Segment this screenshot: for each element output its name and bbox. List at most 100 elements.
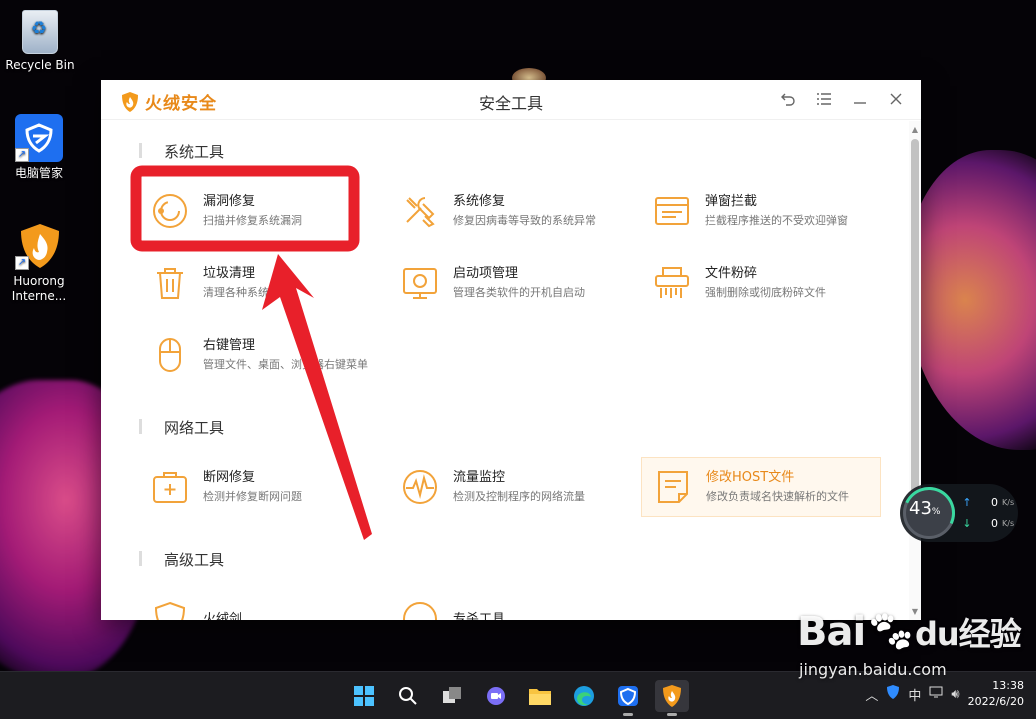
upload-arrow-icon: ↑ (962, 496, 972, 509)
tool-file-shredder[interactable]: 文件粉碎 强制删除或彻底粉碎文件 (641, 253, 881, 313)
security-tools-window: 火绒安全 安全工具 系统工具 漏洞修复 扫描并修复系统漏洞 系统修复 修复因病毒… (101, 80, 921, 620)
edge-icon[interactable] (567, 680, 601, 712)
tool-description: 检测及控制程序的网络流量 (453, 490, 585, 503)
chat-icon[interactable] (479, 680, 513, 712)
clock-date: 2022/6/20 (967, 695, 1024, 708)
pc-manager-icon: ↗ (15, 114, 63, 162)
shortcut-arrow-icon: ↗ (15, 148, 29, 162)
scrollbar-thumb[interactable] (911, 139, 919, 531)
taskbar-apps (347, 680, 689, 716)
mouse-icon (159, 338, 181, 372)
volume-icon[interactable]: 🔊︎ (951, 687, 959, 702)
tool-description: 管理各类软件的开机自启动 (453, 286, 585, 299)
tool-huorong-sword[interactable]: 火绒剑 (139, 589, 379, 620)
tool-special-kill[interactable]: 专杀工具 (389, 589, 629, 620)
start-icon[interactable] (347, 680, 381, 712)
tool-name: 垃圾清理 (203, 266, 256, 281)
tool-name: 文件粉碎 (705, 266, 758, 281)
desktop-icon-pc-manager[interactable]: ↗ 电脑管家 (1, 114, 77, 181)
tool-name: 右键管理 (203, 338, 256, 353)
tool-description: 扫描并修复系统漏洞 (203, 214, 302, 227)
tool-description: 强制删除或彻底粉碎文件 (705, 286, 826, 299)
tool-name: 弹窗拦截 (705, 194, 758, 209)
tool-name: 火绒剑 (203, 611, 243, 621)
tray-security-icon[interactable] (886, 684, 900, 704)
tool-name: 系统修复 (453, 194, 506, 209)
download-speed: ↓ 0 K/s (962, 517, 1015, 530)
section-title-advanced-tools: 高级工具 (139, 549, 224, 570)
tool-description: 清理各种系统垃圾 (203, 286, 291, 299)
tool-context-menu-manager[interactable]: 右键管理 管理文件、桌面、浏览器右键菜单 (139, 325, 379, 385)
tool-name: 漏洞修复 (203, 194, 256, 209)
system-repair-icon (406, 197, 435, 228)
tool-vulnerability-fix[interactable]: 漏洞修复 扫描并修复系统漏洞 (139, 181, 379, 241)
tray-overflow-icon[interactable]: ︿ (865, 685, 878, 704)
upload-speed: ↑ 0 K/s (962, 496, 1015, 509)
special-kill-icon (403, 602, 437, 620)
tool-description: 拦截程序推送的不受欢迎弹窗 (705, 214, 848, 227)
tencent-manager-icon[interactable] (611, 680, 645, 716)
back-icon[interactable] (777, 88, 799, 110)
shredder-icon (655, 267, 689, 298)
tool-network-fix[interactable]: 断网修复 检测并修复断网问题 (139, 457, 379, 517)
startup-icon (403, 268, 437, 299)
watermark-url: jingyan.baidu.com (799, 660, 947, 679)
tool-description: 修复因病毒等导致的系统异常 (453, 214, 596, 227)
tool-traffic-monitor[interactable]: 流量监控 检测及控制程序的网络流量 (389, 457, 629, 517)
search-icon[interactable] (391, 680, 425, 712)
paw-icon: 🐾︎ (865, 609, 916, 655)
section-title-network-tools: 网络工具 (139, 417, 224, 438)
wallpaper-swirl-right (905, 150, 1036, 450)
tool-startup-manager[interactable]: 启动项管理 管理各类软件的开机自启动 (389, 253, 629, 313)
host-file-icon (658, 471, 688, 503)
desktop-icon-label: 电脑管家 (14, 166, 63, 180)
watermark-brand: Bai🐾︎du经验 (797, 609, 1022, 655)
vulnerability-fix-icon (153, 194, 187, 228)
tool-name: 修改HOST文件 (706, 470, 795, 485)
tool-description: 修改负责域名快速解析的文件 (706, 490, 849, 503)
desktop-icon-huorong[interactable]: ↗ Huorong Interne... (1, 222, 77, 304)
menu-icon[interactable] (813, 88, 835, 110)
tool-system-repair[interactable]: 系统修复 修复因病毒等导致的系统异常 (389, 181, 629, 241)
tools-content: 系统工具 漏洞修复 扫描并修复系统漏洞 系统修复 修复因病毒等导致的系统异常 弹… (101, 121, 909, 620)
desktop-icon-recycle-bin[interactable]: Recycle Bin (2, 10, 78, 73)
minimize-icon[interactable] (849, 88, 871, 110)
tool-description: 管理文件、桌面、浏览器右键菜单 (203, 358, 368, 371)
tool-trash-clean[interactable]: 垃圾清理 清理各种系统垃圾 (139, 253, 379, 313)
huorong-icon[interactable] (655, 680, 689, 716)
scroll-up-icon[interactable]: ▲ (910, 125, 920, 134)
trash-icon (157, 268, 183, 299)
section-title-system-tools: 系统工具 (139, 141, 224, 162)
ime-indicator[interactable]: 中 (908, 685, 921, 704)
tool-popup-block[interactable]: 弹窗拦截 拦截程序推送的不受欢迎弹窗 (641, 181, 881, 241)
desktop-icon-label: Recycle Bin (5, 58, 75, 72)
system-tray: ︿ 中 🔊︎ 13:38 2022/6/20 (865, 678, 1024, 710)
traffic-monitor-icon (403, 470, 437, 504)
shortcut-arrow-icon: ↗ (15, 256, 29, 270)
huorong-sword-icon (154, 601, 186, 620)
tool-description: 检测并修复断网问题 (203, 490, 302, 503)
tool-name: 专杀工具 (453, 611, 506, 621)
recycle-bin-icon (22, 10, 58, 54)
huorong-app-icon: ↗ (15, 222, 63, 270)
desktop-icon-label: Huorong Interne... (11, 274, 67, 303)
network-fix-icon (153, 472, 187, 503)
download-arrow-icon: ↓ (962, 517, 972, 530)
task-view-icon[interactable] (435, 680, 469, 712)
titlebar[interactable]: 火绒安全 安全工具 (101, 80, 921, 120)
tool-name: 启动项管理 (453, 266, 519, 281)
close-icon[interactable] (885, 88, 907, 110)
window-controls (777, 88, 907, 110)
clock-time: 13:38 (992, 679, 1024, 692)
network-icon[interactable] (929, 686, 943, 702)
tool-name: 断网修复 (203, 470, 256, 485)
file-explorer-icon[interactable] (523, 680, 557, 712)
popup-block-icon (655, 197, 689, 225)
content-scrollbar[interactable]: ▲ ▼ (909, 121, 921, 620)
usage-percent: 43% (909, 498, 941, 519)
network-speed-widget[interactable]: 43% ↑ 0 K/s ↓ 0 K/s (900, 484, 1018, 542)
baidu-jingyan-watermark: Bai🐾︎du经验 jingyan.baidu.com (797, 609, 1022, 679)
tool-host-file[interactable]: 修改HOST文件 修改负责域名快速解析的文件 (641, 457, 881, 517)
clock[interactable]: 13:38 2022/6/20 (968, 678, 1024, 710)
tool-name: 流量监控 (453, 470, 506, 485)
